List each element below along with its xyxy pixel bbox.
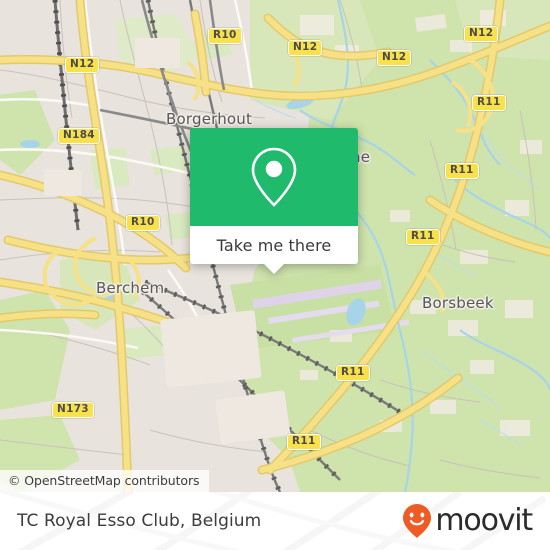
callout-action[interactable]: Take me there xyxy=(190,226,358,274)
road-shield-n184: N184 xyxy=(58,128,100,144)
place-label-borsbeek: Borsbeek xyxy=(422,294,494,312)
road-shield-n12-c: N12 xyxy=(464,26,499,42)
moovit-wordmark: moovit xyxy=(435,503,533,538)
place-label-berchem: Berchem xyxy=(96,279,165,297)
road-shield-r11-c: R11 xyxy=(406,229,440,245)
take-me-there-label: Take me there xyxy=(216,235,332,255)
road-shield-n12-b: N12 xyxy=(377,50,412,66)
map-page: Borgerhout ne Berchem Borsbeek R10 N12 N… xyxy=(0,0,550,550)
callout-header xyxy=(190,128,358,226)
location-title: TC Royal Esso Club, Belgium xyxy=(17,511,262,531)
road-shield-r11-a: R11 xyxy=(472,95,506,111)
road-shield-r11-d: R11 xyxy=(336,365,370,381)
road-shield-n12-d: N12 xyxy=(65,57,100,73)
road-shield-r10-west: R10 xyxy=(126,215,160,231)
place-label-borgerhout: Borgerhout xyxy=(166,110,253,128)
map-canvas[interactable]: Borgerhout ne Berchem Borsbeek R10 N12 N… xyxy=(0,0,550,492)
callout-pointer xyxy=(263,263,285,274)
road-shield-r10-north: R10 xyxy=(208,28,242,44)
destination-callout-card[interactable]: Take me there xyxy=(190,128,358,274)
road-shield-r11-b: R11 xyxy=(445,163,479,179)
osm-attribution[interactable]: © OpenStreetMap contributors xyxy=(0,470,210,492)
road-shield-n12-a: N12 xyxy=(288,40,323,56)
road-shield-r11-e: R11 xyxy=(287,434,321,450)
road-shield-n173: N173 xyxy=(52,402,94,418)
moovit-smile-pin-icon xyxy=(403,504,432,538)
moovit-logo[interactable]: moovit xyxy=(402,503,533,539)
footer-bar: TC Royal Esso Club, Belgium moovit xyxy=(0,492,550,550)
location-pin-icon xyxy=(251,147,297,207)
